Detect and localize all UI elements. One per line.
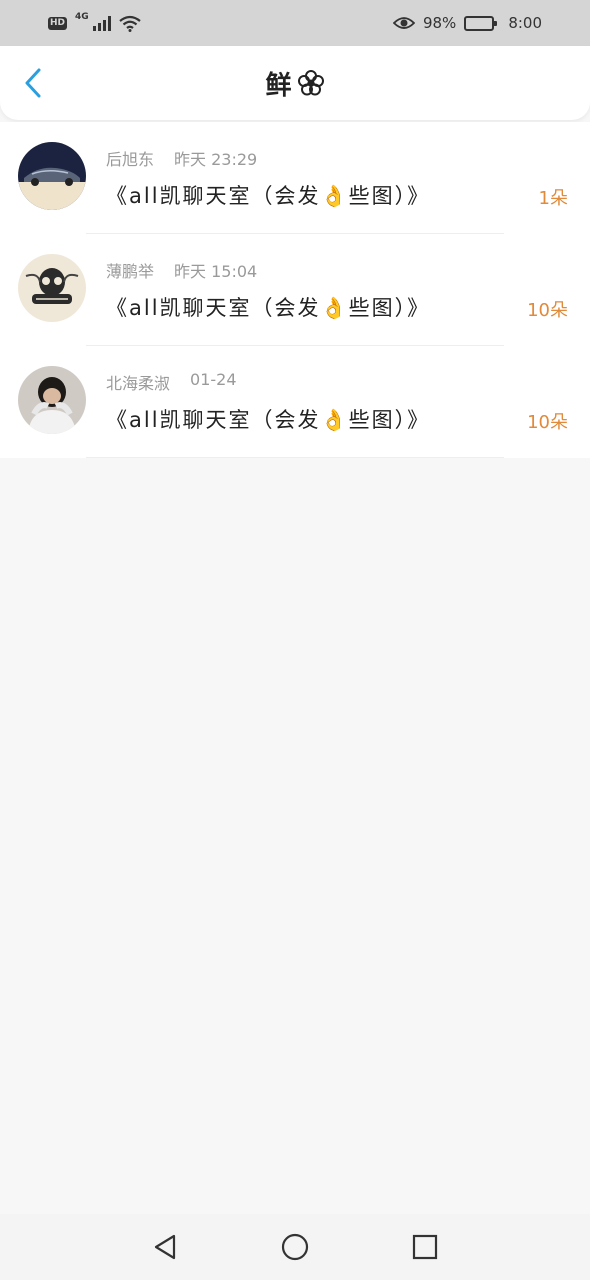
message-list: 后旭东 昨天 23:29 《all凯聊天室（会发👌些图）》 1朵 薄鹏举 昨天 … (0, 122, 590, 458)
nav-recents-icon (412, 1234, 438, 1260)
nav-back-icon (154, 1234, 176, 1260)
flower-icon (297, 70, 324, 96)
list-item[interactable]: 薄鹏举 昨天 15:04 《all凯聊天室（会发👌些图）》 10朵 (0, 234, 590, 346)
avatar[interactable] (18, 254, 86, 322)
item-meta: 薄鹏举 昨天 15:04 (106, 258, 257, 282)
status-bar: HD 4G 98% 8:00 (0, 0, 590, 46)
divider (86, 457, 504, 458)
avatar[interactable] (18, 142, 86, 210)
battery-percent: 98% (422, 14, 457, 32)
sender-name: 薄鹏举 (106, 262, 155, 281)
signal-icon (92, 15, 111, 31)
message-text: 《all凯聊天室（会发👌些图）》 (106, 296, 431, 320)
wifi-icon (118, 15, 141, 32)
item-time: 昨天 15:04 (174, 262, 258, 281)
back-chevron-icon (25, 68, 41, 98)
flower-count: 10朵 (527, 300, 568, 321)
system-nav-bar (0, 1214, 590, 1280)
status-right: 98% 8:00 (392, 14, 542, 32)
title-wrap: 鲜 (265, 65, 324, 102)
page-title: 鲜 (265, 70, 293, 101)
status-left: HD 4G (48, 12, 141, 32)
item-time: 01-24 (190, 370, 237, 389)
sender-name: 北海柔淑 (106, 374, 171, 393)
message-text: 《all凯聊天室（会发👌些图）》 (106, 184, 431, 208)
clock: 8:00 (508, 14, 542, 32)
eye-icon (392, 17, 415, 29)
list-item[interactable]: 北海柔淑 01-24 《all凯聊天室（会发👌些图）》 10朵 (0, 346, 590, 458)
message-text: 《all凯聊天室（会发👌些图）》 (106, 408, 431, 432)
flower-count: 1朵 (538, 188, 568, 209)
battery-icon (464, 15, 498, 31)
item-meta: 后旭东 昨天 23:29 (106, 146, 257, 170)
hd-badge: HD (48, 16, 68, 30)
nav-home-button[interactable] (280, 1232, 310, 1262)
item-time: 昨天 23:29 (174, 150, 258, 169)
item-meta: 北海柔淑 01-24 (106, 370, 237, 394)
nav-recents-button[interactable] (410, 1232, 440, 1262)
network-type: 4G (75, 12, 89, 22)
header-bar: 鲜 (0, 46, 590, 120)
nav-back-button[interactable] (150, 1232, 180, 1262)
flower-count: 10朵 (527, 412, 568, 433)
sender-name: 后旭东 (106, 150, 155, 169)
nav-home-icon (281, 1233, 309, 1261)
avatar[interactable] (18, 366, 86, 434)
list-item[interactable]: 后旭东 昨天 23:29 《all凯聊天室（会发👌些图）》 1朵 (0, 122, 590, 234)
back-button[interactable] (18, 68, 48, 98)
